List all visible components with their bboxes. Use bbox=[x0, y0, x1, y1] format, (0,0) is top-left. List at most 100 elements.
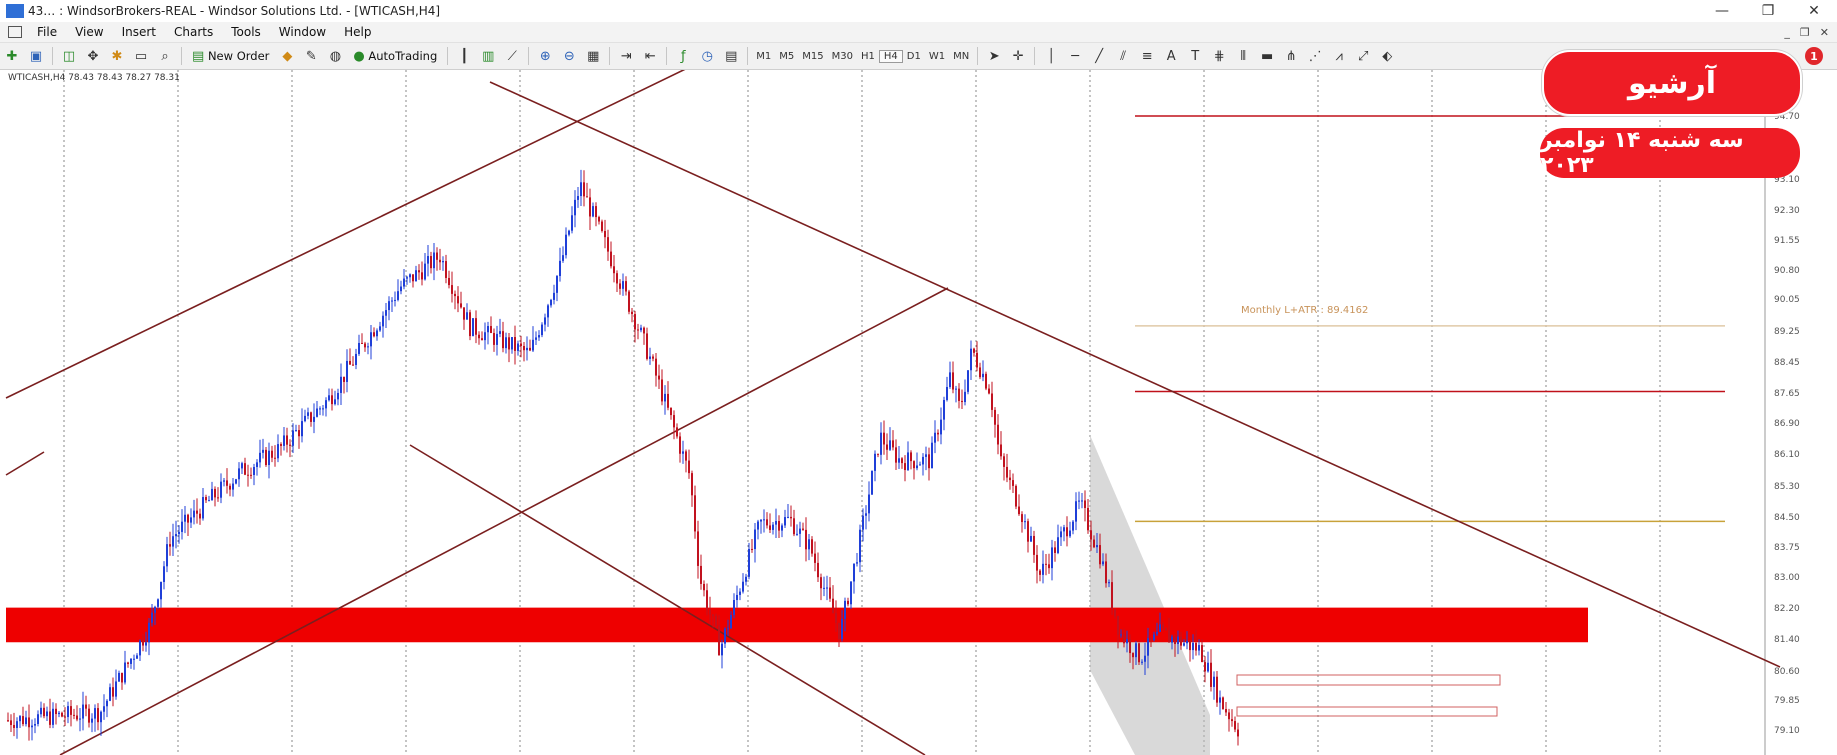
new-order-button[interactable]: ▤ New Order bbox=[188, 46, 273, 66]
timeframe-m30[interactable]: M30 bbox=[828, 51, 857, 62]
strategy-tester-button[interactable]: ⌕ bbox=[155, 46, 175, 66]
menu-charts[interactable]: Charts bbox=[165, 25, 222, 39]
menu-help[interactable]: Help bbox=[335, 25, 380, 39]
chart-shift-button[interactable]: ⇤ bbox=[640, 46, 660, 66]
menu-file[interactable]: File bbox=[28, 25, 66, 39]
text-tool[interactable]: A bbox=[1161, 46, 1181, 66]
fib-fan-tool[interactable]: ⋰ bbox=[1305, 46, 1325, 66]
candle-body bbox=[586, 196, 588, 198]
menu-tools[interactable]: Tools bbox=[222, 25, 270, 39]
candle-body bbox=[976, 352, 978, 368]
candle-body bbox=[103, 706, 105, 712]
gann-tool[interactable]: ⋕ bbox=[1209, 46, 1229, 66]
candle-body bbox=[409, 274, 411, 278]
candle-body bbox=[745, 576, 747, 582]
candle-body bbox=[1234, 721, 1236, 730]
timeframe-mn[interactable]: MN bbox=[949, 51, 973, 62]
rectangle-tool[interactable]: ▬ bbox=[1257, 46, 1277, 66]
candle-body bbox=[523, 346, 525, 351]
zoom-in-button[interactable]: ⊕ bbox=[535, 46, 555, 66]
expert-button[interactable]: ◆ bbox=[277, 46, 297, 66]
label-tool[interactable]: T bbox=[1185, 46, 1205, 66]
candle-body bbox=[787, 516, 789, 518]
candle-body bbox=[1228, 712, 1230, 720]
cycle-lines-tool[interactable]: ⦀ bbox=[1233, 46, 1253, 66]
signals-button[interactable]: ◍ bbox=[325, 46, 345, 66]
pitchfork-tool[interactable]: ⋔ bbox=[1281, 46, 1301, 66]
indicators-button[interactable]: ƒ bbox=[673, 46, 693, 66]
minimize-button[interactable]: — bbox=[1699, 0, 1745, 22]
candle-body bbox=[799, 528, 801, 534]
candle-body bbox=[190, 517, 192, 523]
trendline-tool[interactable]: ╱ bbox=[1089, 46, 1109, 66]
meta-editor-button[interactable]: ✎ bbox=[301, 46, 321, 66]
cursor-tool[interactable]: ➤ bbox=[984, 46, 1004, 66]
timeframe-m5[interactable]: M5 bbox=[775, 51, 798, 62]
menu-insert[interactable]: Insert bbox=[113, 25, 165, 39]
terminal-button[interactable]: ▭ bbox=[131, 46, 151, 66]
candle-body bbox=[916, 465, 918, 469]
candle-body bbox=[838, 622, 840, 640]
candle-body bbox=[13, 724, 15, 728]
candle-body bbox=[541, 324, 543, 336]
fibonacci-tool[interactable]: ≡ bbox=[1137, 46, 1157, 66]
menu-window[interactable]: Window bbox=[270, 25, 335, 39]
candle-body bbox=[22, 716, 24, 725]
timeframe-h4[interactable]: H4 bbox=[878, 49, 903, 63]
candle-body bbox=[571, 215, 573, 231]
restore-button[interactable]: ❐ bbox=[1745, 0, 1791, 22]
menu-view[interactable]: View bbox=[66, 25, 112, 39]
profiles-button[interactable]: ▣ bbox=[26, 46, 46, 66]
candle-body bbox=[403, 278, 405, 287]
horizontal-line-tool[interactable]: ─ bbox=[1065, 46, 1085, 66]
candle-body bbox=[379, 326, 381, 331]
zoom-out-icon: ⊖ bbox=[563, 48, 575, 64]
timeframe-m1[interactable]: M1 bbox=[752, 51, 775, 62]
candle-body bbox=[253, 467, 255, 476]
candle-body bbox=[1117, 616, 1119, 635]
candle-body bbox=[1219, 697, 1221, 703]
candle-body bbox=[259, 452, 261, 463]
candlestick-button[interactable]: ▥ bbox=[478, 46, 498, 66]
mdi-close-button[interactable]: ✕ bbox=[1820, 26, 1829, 39]
channel-tool[interactable]: ⫽ bbox=[1113, 46, 1133, 66]
candle-body bbox=[70, 706, 72, 715]
candle-body bbox=[934, 432, 936, 443]
chart-window-icon[interactable] bbox=[8, 26, 22, 38]
line-chart-button[interactable]: ⟋ bbox=[502, 46, 522, 66]
mdi-restore-button[interactable]: ❐ bbox=[1800, 26, 1810, 39]
bar-chart-button[interactable]: ┃ bbox=[454, 46, 474, 66]
navigator-button[interactable]: ✱ bbox=[107, 46, 127, 66]
timeframe-h1[interactable]: H1 bbox=[857, 51, 879, 62]
candle-body bbox=[556, 276, 558, 293]
close-button[interactable]: ✕ bbox=[1791, 0, 1837, 22]
zoom-out-button[interactable]: ⊖ bbox=[559, 46, 579, 66]
title-bar: 43… : WindsorBrokers-REAL - Windsor Solu… bbox=[0, 0, 1837, 23]
price-tick-label: 84.50 bbox=[1774, 513, 1800, 524]
timeframe-d1[interactable]: D1 bbox=[903, 51, 925, 62]
candle-body bbox=[121, 672, 123, 683]
new-chart-button[interactable]: ✚ bbox=[2, 46, 22, 66]
timeframe-m15[interactable]: M15 bbox=[798, 51, 827, 62]
tile-windows-button[interactable]: ▦ bbox=[583, 46, 603, 66]
elliott-tool[interactable]: ⩘ bbox=[1329, 46, 1349, 66]
alert-badge[interactable]: 1 bbox=[1805, 47, 1823, 65]
crosshair-tool[interactable]: ✛ bbox=[1008, 46, 1028, 66]
data-window-button[interactable]: ✥ bbox=[83, 46, 103, 66]
market-watch-button[interactable]: ◫ bbox=[59, 46, 79, 66]
timeframe-w1[interactable]: W1 bbox=[925, 51, 949, 62]
shapes-tool[interactable]: ⬖ bbox=[1377, 46, 1397, 66]
candle-body bbox=[550, 299, 552, 306]
mdi-minimize-button[interactable]: _ bbox=[1784, 26, 1790, 39]
autotrading-button[interactable]: ● AutoTrading bbox=[349, 46, 441, 66]
templates-button[interactable]: ▤ bbox=[721, 46, 741, 66]
candle-body bbox=[1009, 477, 1011, 481]
candle-body bbox=[1078, 500, 1080, 502]
vertical-line-tool[interactable]: │ bbox=[1041, 46, 1061, 66]
arrows-tool[interactable]: ⤢ bbox=[1353, 46, 1373, 66]
candle-body bbox=[685, 451, 687, 461]
fibonacci-icon: ≡ bbox=[1141, 48, 1153, 64]
periods-button[interactable]: ◷ bbox=[697, 46, 717, 66]
auto-scroll-button[interactable]: ⇥ bbox=[616, 46, 636, 66]
candle-body bbox=[370, 332, 372, 347]
